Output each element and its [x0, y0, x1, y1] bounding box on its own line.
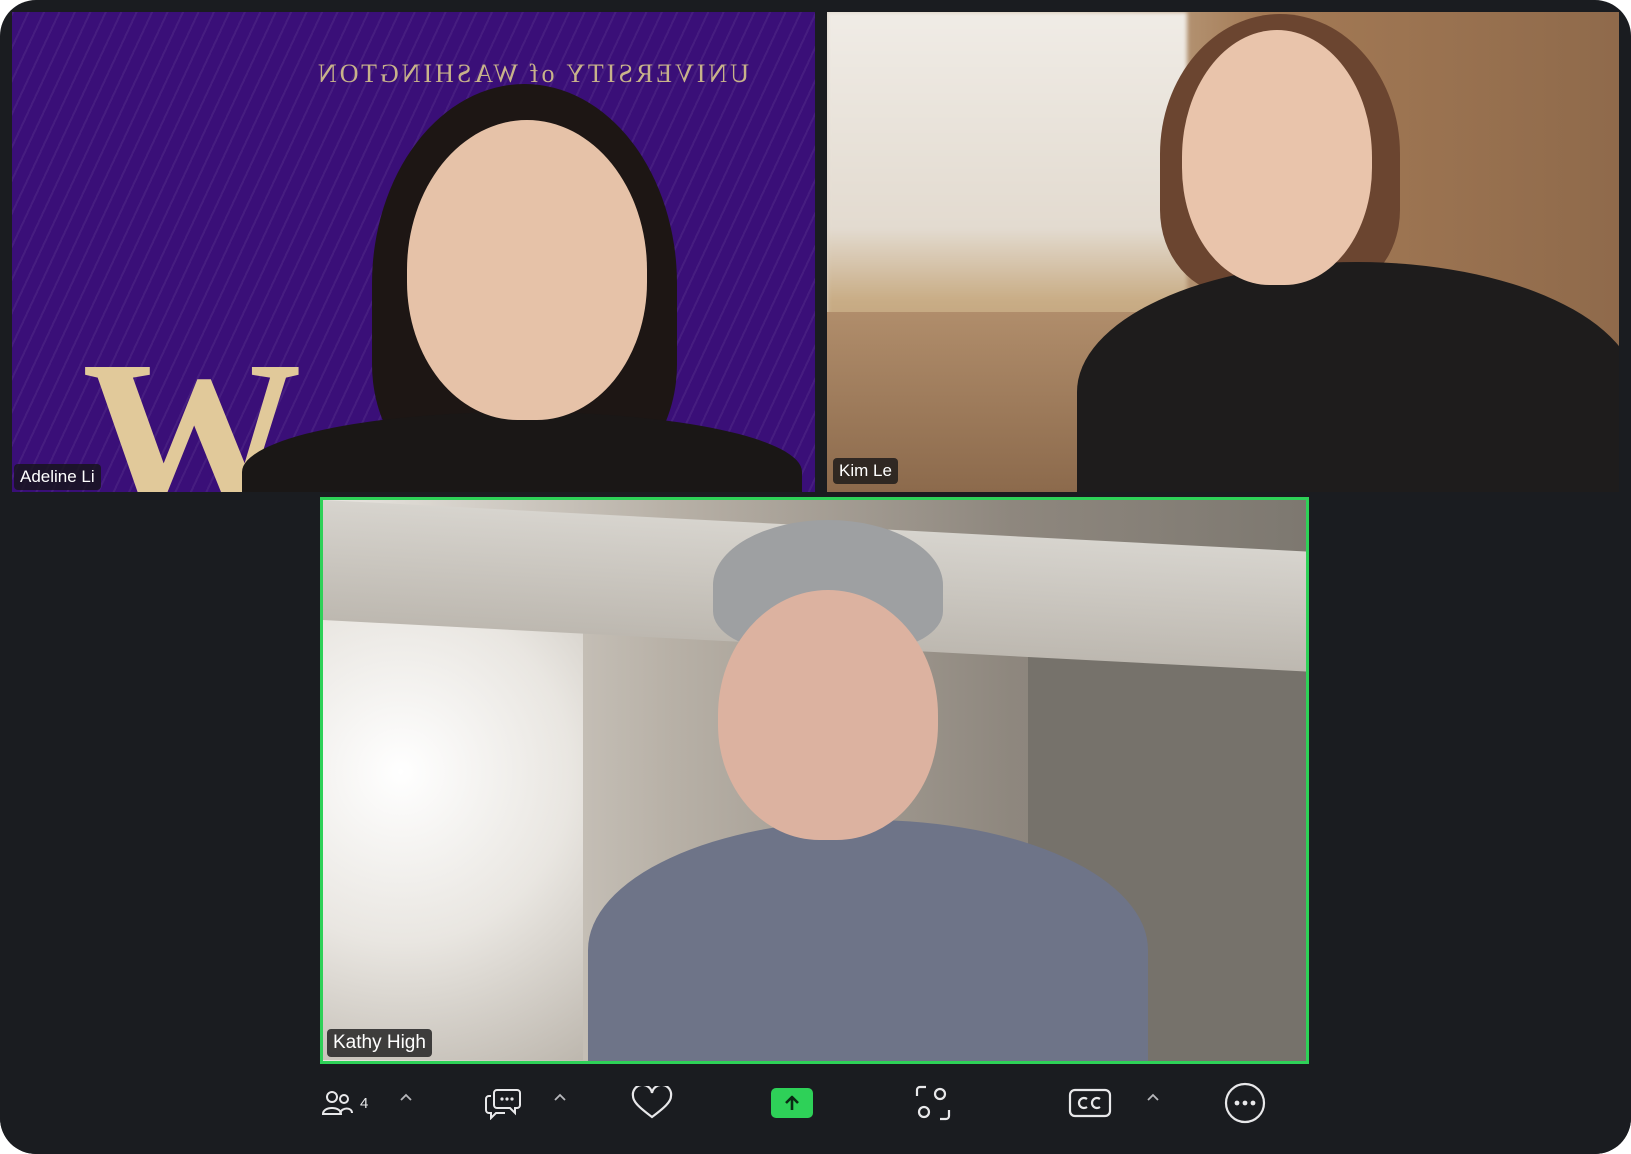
participant-name-label: Kathy High	[327, 1029, 432, 1057]
video-tile-kathy-active-speaker[interactable]: Kathy High	[320, 497, 1309, 1064]
more-icon	[1224, 1082, 1266, 1124]
participants-button[interactable]: 4	[320, 1078, 368, 1128]
apps-icon	[915, 1085, 951, 1121]
background-wall-light	[323, 580, 583, 1060]
heart-icon	[631, 1086, 673, 1119]
participant-body	[588, 820, 1148, 1061]
video-call-window: UNIVERSITY of WASHINGTON W Adeline Li Ki…	[0, 0, 1631, 1154]
captions-chevron-up-icon[interactable]	[1143, 1088, 1163, 1108]
video-tile-kim[interactable]: Kim Le	[827, 12, 1619, 492]
reactions-button[interactable]	[630, 1078, 674, 1128]
participant-face	[718, 590, 938, 840]
participants-count: 4	[360, 1094, 369, 1112]
share-screen-icon	[771, 1088, 813, 1118]
arrow-up-icon	[785, 1095, 799, 1110]
chat-button[interactable]	[483, 1078, 523, 1128]
apps-button[interactable]	[913, 1078, 953, 1128]
share-screen-button[interactable]	[771, 1078, 813, 1128]
participant-face	[407, 120, 647, 420]
more-button[interactable]	[1223, 1078, 1267, 1128]
participant-face	[1182, 30, 1372, 285]
participants-chevron-up-icon[interactable]	[396, 1088, 416, 1108]
participants-icon	[321, 1091, 353, 1115]
closed-captions-icon	[1068, 1088, 1112, 1118]
captions-button[interactable]	[1068, 1078, 1112, 1128]
participant-name-label: Adeline Li	[14, 464, 101, 490]
participant-name-label: Kim Le	[833, 458, 898, 484]
meeting-toolbar: 4	[0, 1064, 1631, 1154]
chat-chevron-up-icon[interactable]	[550, 1088, 570, 1108]
chat-icon	[485, 1089, 521, 1120]
video-tile-adeline[interactable]: UNIVERSITY of WASHINGTON W Adeline Li	[12, 12, 815, 492]
